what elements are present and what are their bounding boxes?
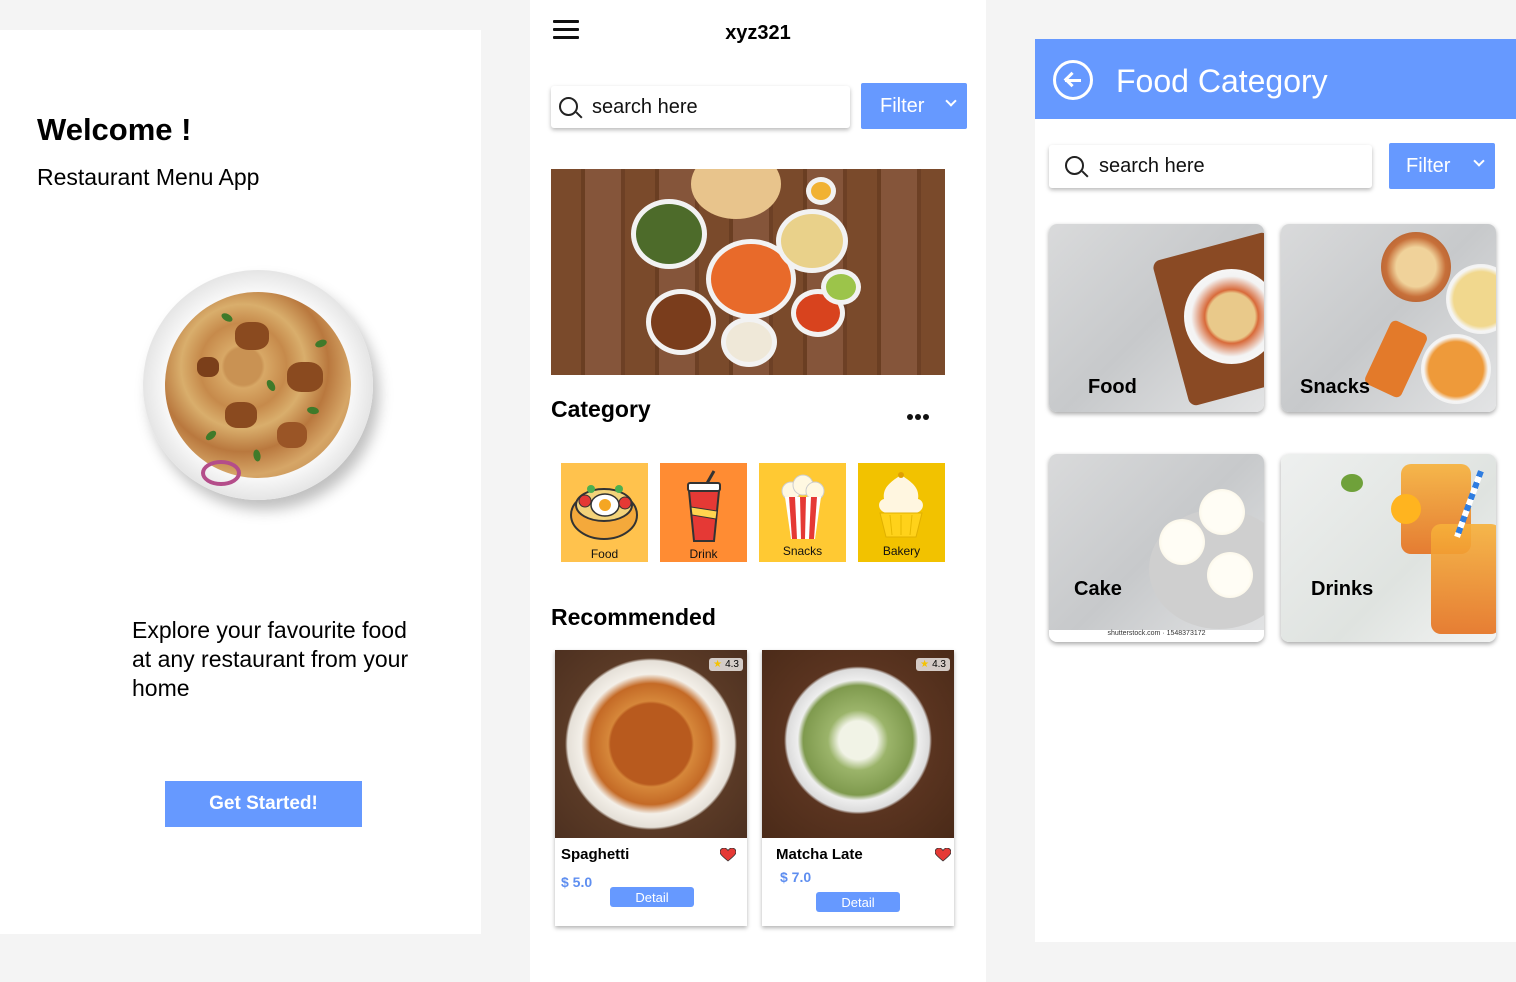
star-icon: ★ <box>713 659 723 670</box>
item-price: $ 5.0 <box>561 874 593 890</box>
category-tile-drink[interactable]: Drink <box>660 463 747 562</box>
search-input[interactable] <box>1099 150 1339 182</box>
item-name: Spaghetti <box>561 846 630 863</box>
item-price: $ 7.0 <box>780 869 812 885</box>
matcha-image <box>762 650 954 838</box>
rating-badge: ★ 4.3 <box>916 658 950 671</box>
rating-value: 4.3 <box>725 659 739 670</box>
biryani-plate-image <box>143 270 373 500</box>
detail-button[interactable]: Detail <box>610 887 694 907</box>
category-label: Snacks <box>782 544 823 558</box>
category-label: Food <box>590 547 619 561</box>
category-tile-food[interactable]: Food <box>561 463 648 562</box>
spaghetti-image <box>555 650 747 838</box>
detail-button[interactable]: Detail <box>816 892 900 912</box>
tile-label: Cake <box>1074 578 1122 600</box>
rating-value: 4.3 <box>932 659 946 670</box>
search-icon <box>1065 156 1084 175</box>
hero-food-image <box>551 169 945 375</box>
category-tile-bakery[interactable]: Bakery <box>858 463 945 562</box>
category-label: Bakery <box>882 544 921 558</box>
filter-dropdown[interactable]: Filter <box>1389 143 1495 189</box>
item-name: Matcha Late <box>776 846 863 863</box>
welcome-title: Welcome ! <box>37 112 192 147</box>
category-tile-snacks[interactable]: Snacks <box>759 463 846 562</box>
food-bowl-icon <box>570 485 638 540</box>
search-bar <box>551 86 850 128</box>
category-tile-snacks[interactable]: Snacks <box>1281 224 1496 412</box>
more-options-icon[interactable] <box>907 407 931 425</box>
chevron-down-icon <box>945 95 957 107</box>
drink-cup-icon <box>687 470 721 542</box>
get-started-button[interactable]: Get Started! <box>165 781 362 827</box>
tile-label: Drinks <box>1311 578 1374 600</box>
search-input[interactable] <box>592 91 832 123</box>
search-bar <box>1049 145 1372 188</box>
rating-badge: ★ 4.3 <box>709 658 743 671</box>
back-arrow-icon[interactable] <box>1053 60 1093 100</box>
recommended-card-matcha[interactable]: ★ 4.3 Matcha Late $ 7.0 Detail <box>762 650 954 926</box>
category-label: Drink <box>689 547 718 561</box>
home-screen: xyz321 Filter Category Food <box>530 0 986 982</box>
page-title: Food Category <box>1116 63 1328 99</box>
filter-dropdown[interactable]: Filter <box>861 83 967 129</box>
star-icon: ★ <box>920 659 930 670</box>
category-tile-food[interactable]: Food <box>1049 224 1264 412</box>
category-title: Category <box>551 396 651 422</box>
category-tile-drinks[interactable]: Drinks <box>1281 454 1496 642</box>
app-subtitle: Restaurant Menu App <box>37 164 260 190</box>
image-watermark: shutterstock.com · 1548373172 <box>1049 630 1264 642</box>
app-bar: Food Category <box>1035 39 1516 119</box>
food-category-screen: Food Category Filter Food Snacks shutter… <box>1035 39 1516 942</box>
cupcake-icon <box>879 472 923 538</box>
chevron-down-icon <box>1473 155 1485 167</box>
welcome-screen: Welcome ! Restaurant Menu App Explore yo… <box>0 30 481 934</box>
recommended-title: Recommended <box>551 604 716 630</box>
search-icon <box>559 97 578 116</box>
recommended-card-spaghetti[interactable]: ★ 4.3 Spaghetti $ 5.0 Detail <box>555 650 747 926</box>
filter-label: Filter <box>1406 155 1451 177</box>
tile-label: Food <box>1088 376 1137 398</box>
heart-icon[interactable] <box>935 848 951 862</box>
tile-label: Snacks <box>1300 376 1371 398</box>
filter-label: Filter <box>880 95 925 117</box>
popcorn-icon <box>781 474 825 539</box>
username-title: xyz321 <box>725 22 791 44</box>
heart-icon[interactable] <box>720 848 736 862</box>
explore-text: Explore your favourite food at any resta… <box>132 617 409 701</box>
category-tile-cake[interactable]: shutterstock.com · 1548373172 Cake <box>1049 454 1264 642</box>
